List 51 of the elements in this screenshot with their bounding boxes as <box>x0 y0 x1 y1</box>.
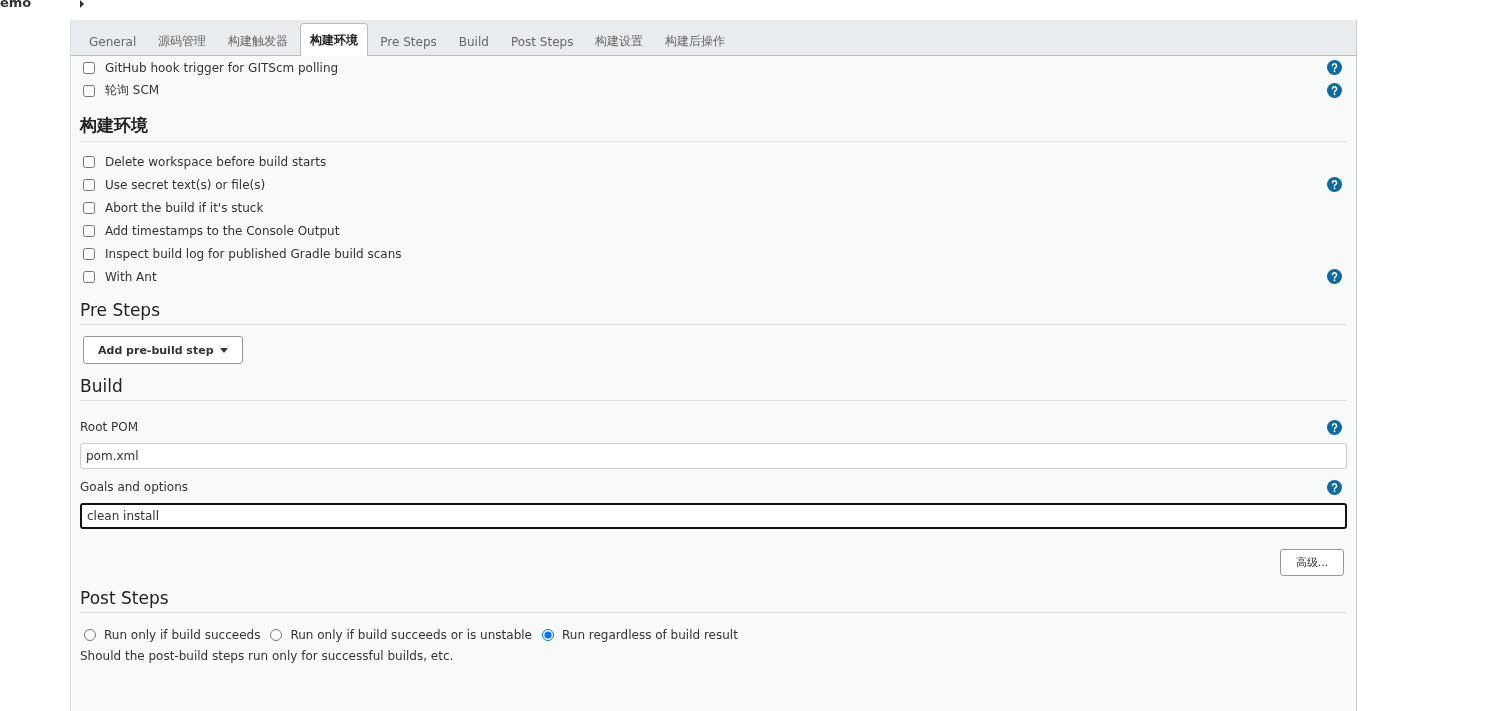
field-label: Root POM <box>80 420 140 434</box>
radio-label: Run regardless of build result <box>562 628 738 642</box>
add-step-button[interactable]: Add pre-build step <box>83 336 243 364</box>
checkbox[interactable] <box>83 178 95 191</box>
radio-button[interactable] <box>84 629 96 641</box>
option-label: Delete workspace before build starts <box>105 154 328 169</box>
input-field[interactable]: clean install <box>80 503 1347 529</box>
help-icon[interactable] <box>1327 177 1342 192</box>
tab[interactable]: Post Steps <box>500 26 584 56</box>
help-icon[interactable] <box>1327 479 1342 495</box>
section-heading: 构建环境 <box>80 102 1347 142</box>
checkbox[interactable] <box>83 270 95 283</box>
option-label: Abort the build if it's stuck <box>105 200 265 215</box>
option-label: With Ant <box>105 269 158 284</box>
tab[interactable]: 构建触发器 <box>218 26 299 56</box>
checkbox[interactable] <box>83 61 95 74</box>
section-heading: Build <box>80 364 1347 401</box>
caret-icon <box>219 347 228 353</box>
checkbox[interactable] <box>83 84 95 97</box>
radio-label: Run only if build succeeds or is unstable <box>290 628 532 642</box>
help-icon[interactable] <box>1327 60 1342 75</box>
caret-icon[interactable] <box>79 0 86 8</box>
option-label: Add timestamps to the Console Output <box>105 223 341 238</box>
tab[interactable]: 构建设置 <box>585 26 654 56</box>
option-label: Inspect build log for published Gradle build scans <box>105 246 403 261</box>
section-heading: Post Steps <box>80 576 1347 613</box>
field-label: Goals and options <box>80 480 189 494</box>
help-icon[interactable] <box>1327 83 1342 98</box>
radio-button[interactable] <box>270 629 283 641</box>
radio-label: Run only if build succeeds <box>104 628 261 642</box>
help-icon[interactable] <box>1327 269 1342 284</box>
option-label: 轮询 SCM <box>105 82 161 99</box>
section-heading: Pre Steps <box>80 288 1347 325</box>
breadcrumb-item[interactable]: emo <box>0 0 32 10</box>
checkbox[interactable] <box>83 201 95 214</box>
advanced-button[interactable]: 高级... <box>1280 549 1344 576</box>
input-field[interactable]: pom.xml <box>80 443 1347 469</box>
tab[interactable]: Pre Steps <box>370 26 447 56</box>
option-label: GitHub hook trigger for GITScm polling <box>105 60 340 75</box>
tab[interactable]: 构建后操作 <box>655 26 736 56</box>
checkbox[interactable] <box>83 224 95 237</box>
description-text: Should the post-build steps run only for successful builds, etc. <box>80 649 455 663</box>
tab[interactable]: General <box>79 26 147 56</box>
checkbox[interactable] <box>83 247 95 260</box>
tab[interactable]: 源码管理 <box>148 26 217 56</box>
checkbox[interactable] <box>83 155 95 168</box>
option-label: Use secret text(s) or file(s) <box>105 177 267 192</box>
tab[interactable]: 构建环境 <box>300 23 369 56</box>
help-icon[interactable] <box>1327 419 1342 435</box>
radio-button[interactable] <box>542 629 554 641</box>
tab[interactable]: Build <box>448 26 499 56</box>
